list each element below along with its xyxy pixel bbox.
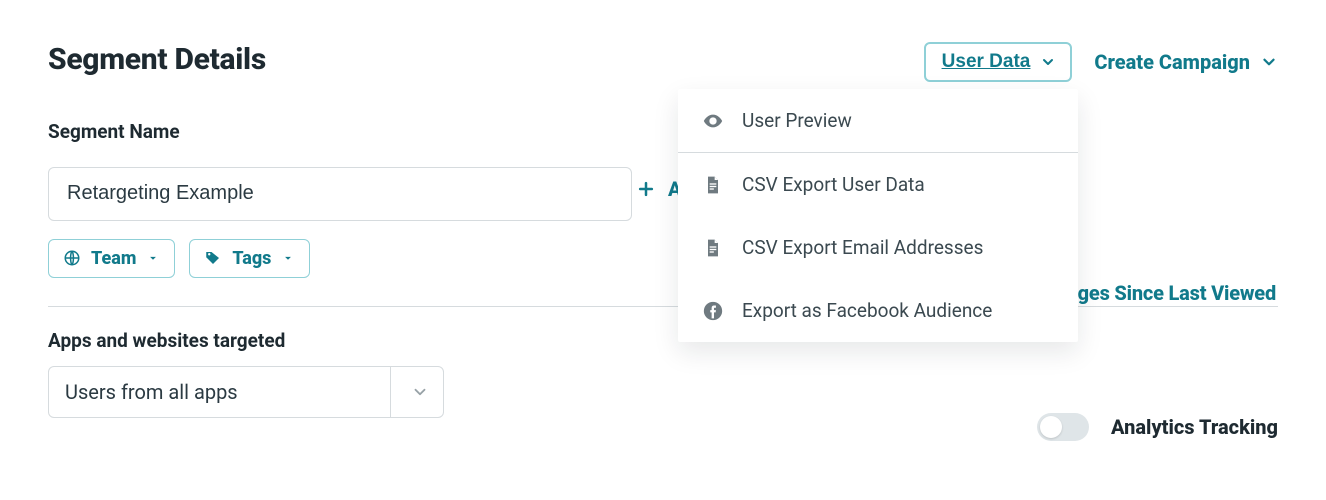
menu-item-label: User Preview bbox=[742, 109, 852, 132]
team-chip-label: Team bbox=[91, 248, 136, 269]
segment-name-input[interactable] bbox=[48, 167, 632, 221]
chips-row: Team Tags bbox=[48, 239, 1278, 278]
menu-item-user-preview[interactable]: User Preview bbox=[678, 89, 1078, 152]
menu-item-csv-export-emails[interactable]: CSV Export Email Addresses bbox=[678, 216, 1078, 279]
header-actions: User Data Create Campaign bbox=[924, 42, 1278, 82]
caret-down-icon bbox=[281, 251, 295, 265]
page-title: Segment Details bbox=[48, 42, 266, 77]
chevron-down-icon bbox=[1040, 54, 1056, 70]
file-icon bbox=[702, 237, 724, 259]
page-root: Segment Details User Data Create Campaig… bbox=[0, 0, 1326, 418]
chevron-down-icon bbox=[1260, 53, 1278, 71]
header-row: Segment Details User Data Create Campaig… bbox=[48, 42, 1278, 82]
caret-down-icon bbox=[146, 251, 160, 265]
globe-icon bbox=[63, 249, 81, 267]
apps-select[interactable]: Users from all apps bbox=[48, 366, 444, 418]
select-divider bbox=[390, 367, 391, 417]
changes-since-last-viewed-link[interactable]: ges Since Last Viewed bbox=[1078, 281, 1276, 305]
team-chip[interactable]: Team bbox=[48, 239, 175, 278]
file-icon bbox=[702, 174, 724, 196]
apps-select-value: Users from all apps bbox=[65, 380, 238, 404]
menu-item-label: Export as Facebook Audience bbox=[742, 299, 992, 322]
analytics-tracking-label: Analytics Tracking bbox=[1111, 415, 1278, 439]
plus-icon bbox=[636, 179, 656, 199]
segment-name-label: Segment Name bbox=[48, 120, 1278, 143]
analytics-tracking-toggle[interactable] bbox=[1037, 413, 1089, 441]
divider bbox=[48, 306, 1278, 307]
menu-item-label: CSV Export User Data bbox=[742, 173, 925, 196]
analytics-tracking-row: Analytics Tracking bbox=[1037, 413, 1278, 441]
eye-icon bbox=[702, 110, 724, 132]
user-data-dropdown[interactable]: User Data bbox=[924, 42, 1073, 82]
menu-item-label: CSV Export Email Addresses bbox=[742, 236, 983, 259]
facebook-icon bbox=[702, 300, 724, 322]
create-campaign-dropdown[interactable]: Create Campaign bbox=[1094, 50, 1278, 74]
tag-icon bbox=[204, 249, 222, 267]
menu-item-csv-export-user-data[interactable]: CSV Export User Data bbox=[678, 153, 1078, 216]
menu-item-export-facebook-audience[interactable]: Export as Facebook Audience bbox=[678, 279, 1078, 342]
chevron-down-icon bbox=[411, 383, 429, 401]
apps-section-label: Apps and websites targeted bbox=[48, 329, 1278, 352]
user-data-label: User Data bbox=[942, 51, 1031, 73]
create-campaign-label: Create Campaign bbox=[1094, 50, 1250, 74]
tags-chip[interactable]: Tags bbox=[189, 239, 310, 278]
user-data-menu: User Preview CSV Export User Data CSV Ex… bbox=[678, 89, 1078, 342]
tags-chip-label: Tags bbox=[232, 248, 271, 269]
